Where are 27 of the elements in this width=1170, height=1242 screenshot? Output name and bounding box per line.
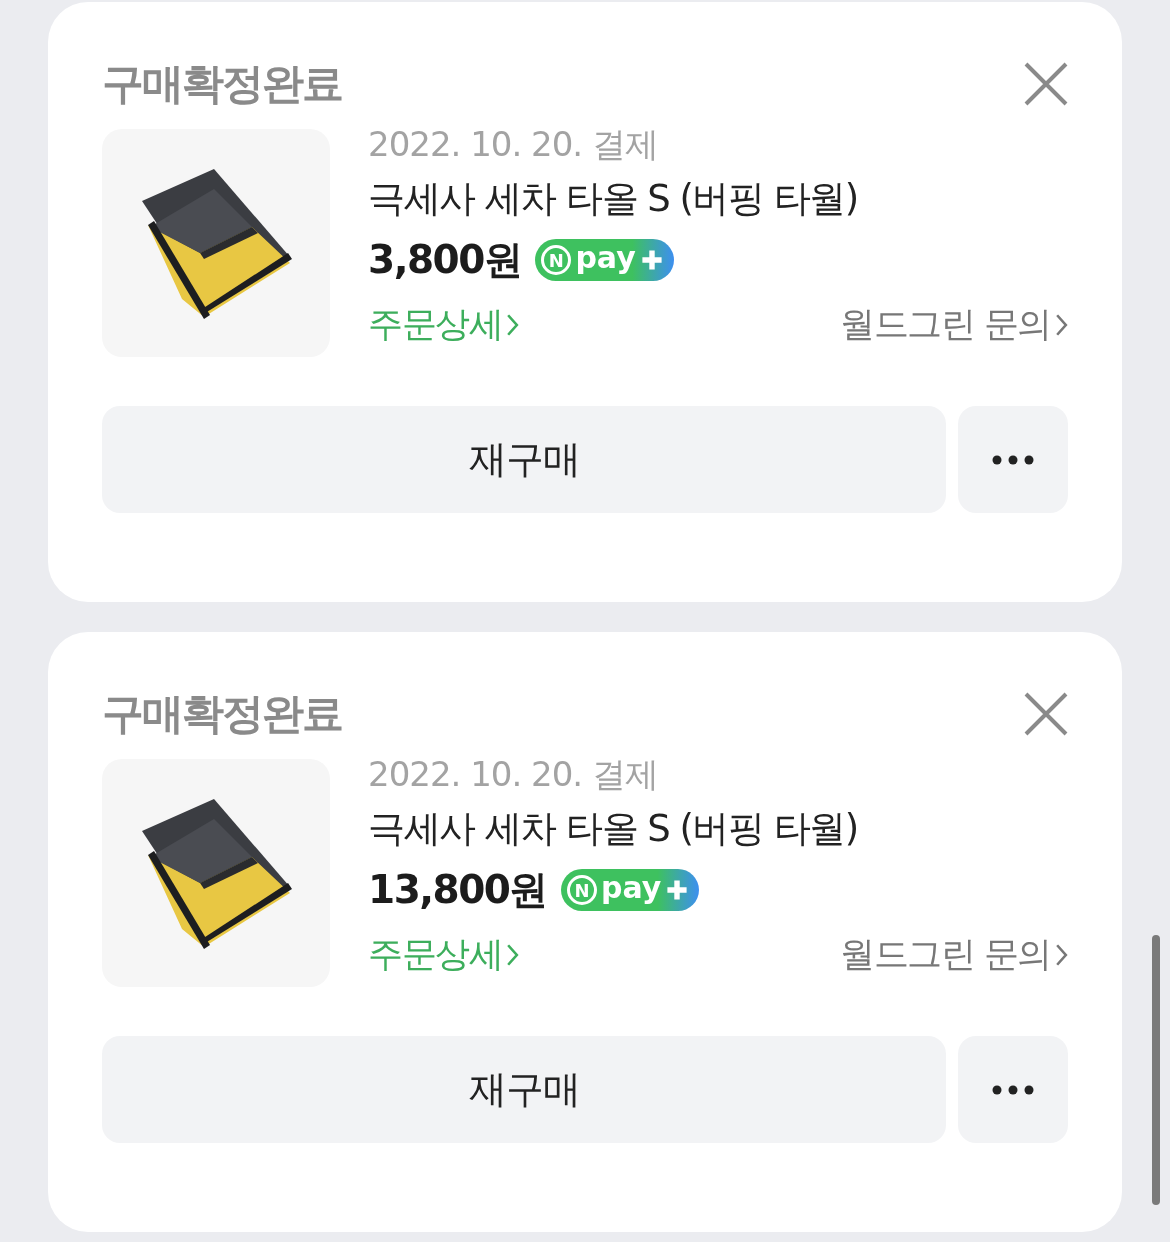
chevron-right-icon xyxy=(1055,942,1068,967)
payment-date: 2022. 10. 20. 결제 xyxy=(368,759,659,789)
chevron-right-icon xyxy=(1055,312,1068,337)
product-name: 극세사 세차 타올 S (버핑 타월) xyxy=(368,176,859,222)
order-status: 구매확정완료 xyxy=(102,688,342,740)
payment-date: 2022. 10. 20. 결제 xyxy=(368,129,659,159)
price: 13,800원 xyxy=(368,866,547,914)
order-detail-link[interactable]: 주문상세 xyxy=(368,931,519,978)
more-button[interactable] xyxy=(958,1036,1068,1143)
price: 3,800원 xyxy=(368,236,522,284)
more-button[interactable] xyxy=(958,406,1068,513)
chevron-right-icon xyxy=(506,312,519,337)
product-name: 극세사 세차 타올 S (버핑 타월) xyxy=(368,806,859,852)
order-detail-link[interactable]: 주문상세 xyxy=(368,301,519,348)
close-icon[interactable] xyxy=(1024,692,1068,736)
scrollbar[interactable] xyxy=(1152,935,1160,1205)
chevron-right-icon xyxy=(506,942,519,967)
rebuy-button[interactable]: 재구매 xyxy=(102,406,946,513)
close-icon[interactable] xyxy=(1024,62,1068,106)
seller-inquiry-link[interactable]: 월드그린 문의 xyxy=(840,931,1068,978)
seller-inquiry-link[interactable]: 월드그린 문의 xyxy=(840,301,1068,348)
more-icon xyxy=(992,454,1034,465)
npay-badge: N pay xyxy=(561,869,700,911)
rebuy-button[interactable]: 재구매 xyxy=(102,1036,946,1143)
more-icon xyxy=(992,1084,1034,1095)
order-status: 구매확정완료 xyxy=(102,58,342,110)
npay-badge: N pay xyxy=(535,239,674,281)
